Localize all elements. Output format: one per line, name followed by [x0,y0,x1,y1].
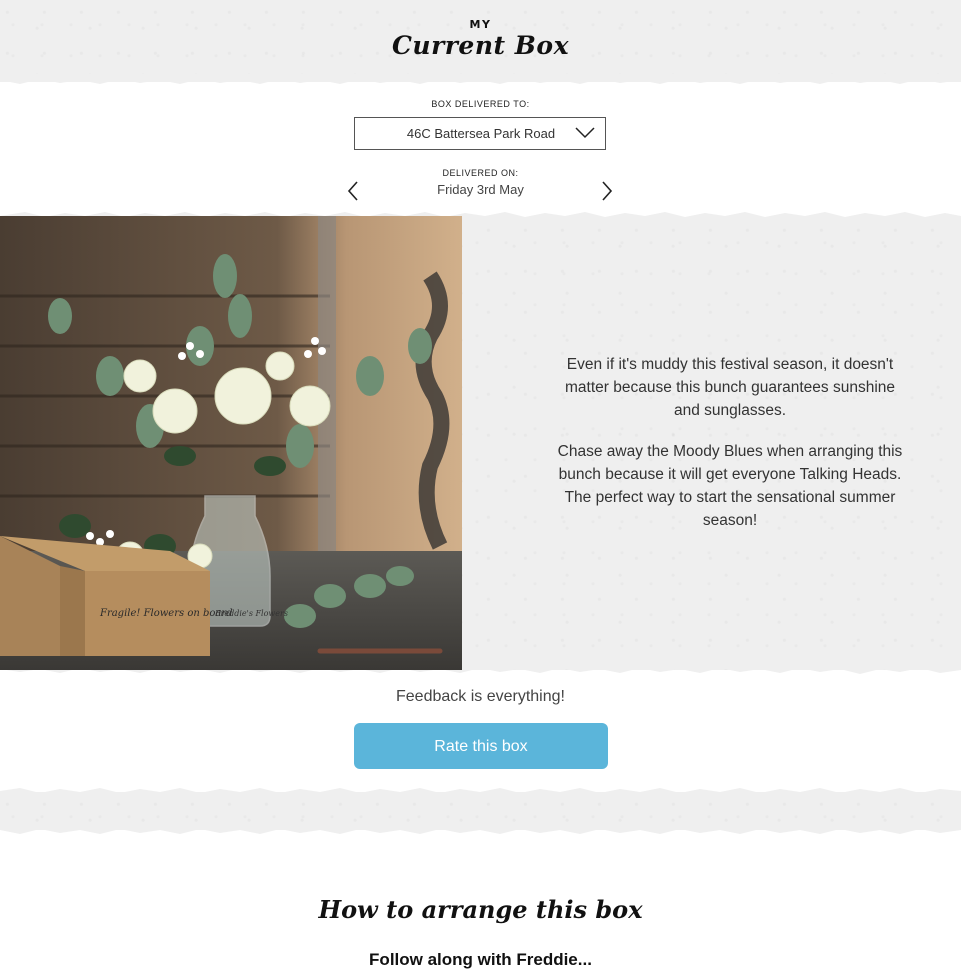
torn-edge [0,788,961,796]
chevron-down-icon [575,127,595,139]
page-title: MY Current Box [0,18,961,60]
address-label: BOX DELIVERED TO: [431,99,530,109]
title-main: Current Box [392,31,569,60]
bouquet-photo: Fragile! Flowers on board Freddie's Flow… [0,216,462,670]
brand-stamp: Freddie's Flowers [214,609,288,618]
feedback-prompt: Feedback is everything! [396,688,565,705]
title-small: MY [469,18,492,31]
chevron-left-icon[interactable] [346,180,360,202]
arrange-section-title: How to arrange this box [318,895,643,924]
box-description: Even if it's muddy this festival season,… [555,353,905,550]
torn-edge [0,826,961,834]
date-value: Friday 3rd May [437,182,524,197]
bouquet-image: Fragile! Flowers on board Freddie's Flow… [0,216,462,670]
arrange-subtitle: Follow along with Freddie... [369,950,592,969]
address-select[interactable]: 46C Battersea Park Road [354,117,606,150]
divider-strip [0,792,961,830]
rate-box-button[interactable]: Rate this box [354,723,608,769]
address-value: 46C Battersea Park Road [406,126,556,141]
box-caption: Fragile! Flowers on board [99,608,233,619]
chevron-right-icon[interactable] [600,180,614,202]
torn-edge [0,74,961,84]
description-paragraph: Even if it's muddy this festival season,… [564,356,896,419]
description-paragraph: Chase away the Moody Blues when arrangin… [557,443,903,529]
date-label: DELIVERED ON: [442,168,519,178]
